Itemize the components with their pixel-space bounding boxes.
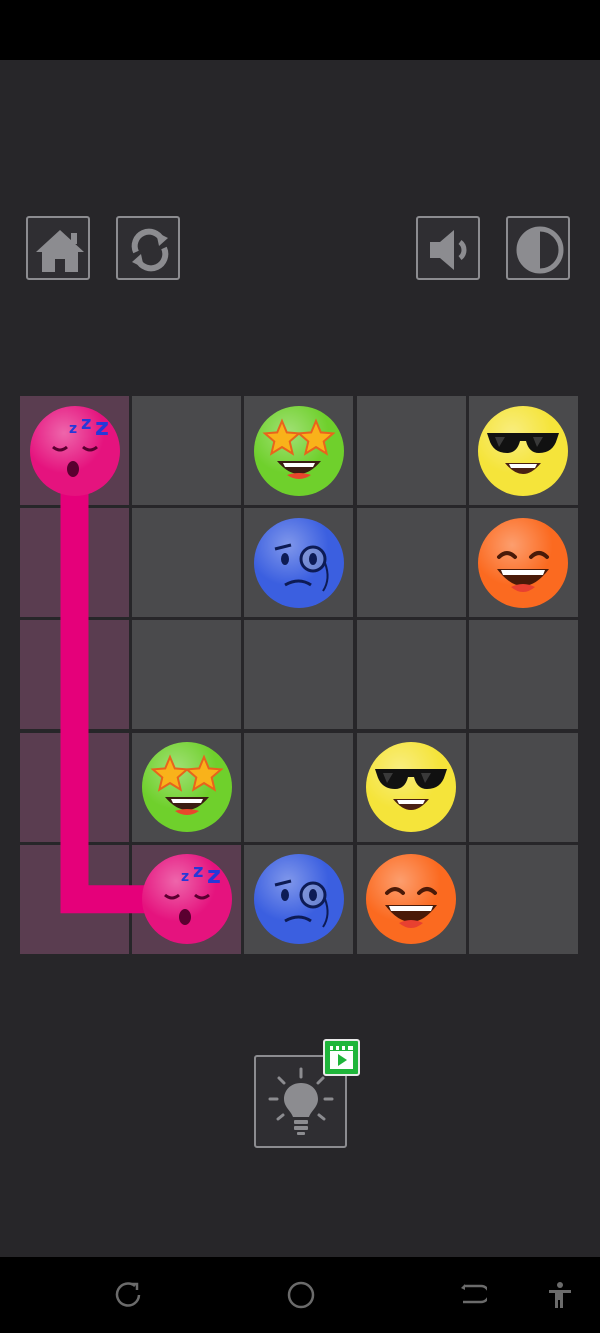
- contrast-icon: [516, 226, 564, 274]
- board-cell[interactable]: [356, 396, 466, 505]
- board-cell[interactable]: [468, 844, 578, 954]
- board-cell[interactable]: [244, 732, 354, 842]
- svg-text:z: z: [69, 421, 77, 437]
- board-cell[interactable]: [20, 732, 129, 842]
- board-cell[interactable]: [244, 620, 354, 730]
- star-eyes-emoji[interactable]: [253, 405, 345, 497]
- game-board: zzzzzz: [20, 396, 580, 954]
- sleepy-emoji[interactable]: zzz: [141, 853, 233, 945]
- svg-text:z: z: [81, 413, 91, 434]
- grin-emoji[interactable]: [365, 853, 457, 945]
- board-cell[interactable]: [468, 732, 578, 842]
- restart-button[interactable]: [116, 216, 180, 280]
- home-icon: [36, 230, 84, 272]
- accessibility-icon[interactable]: [545, 1280, 575, 1310]
- sound-icon: [430, 230, 467, 270]
- board-cell[interactable]: [20, 508, 129, 618]
- monocle-emoji[interactable]: [253, 517, 345, 609]
- board-cell[interactable]: [20, 844, 129, 954]
- board-cell[interactable]: [468, 620, 578, 730]
- back-icon[interactable]: [457, 1280, 487, 1310]
- svg-text:z: z: [95, 413, 109, 441]
- board-cell[interactable]: [20, 620, 129, 730]
- grin-emoji[interactable]: [477, 517, 569, 609]
- board-cell[interactable]: [132, 508, 242, 618]
- cool-emoji[interactable]: [477, 405, 569, 497]
- home-button[interactable]: [26, 216, 90, 280]
- svg-text:z: z: [193, 861, 203, 882]
- star-eyes-emoji[interactable]: [141, 741, 233, 833]
- theme-toggle-button[interactable]: [506, 216, 570, 280]
- circle-home-icon[interactable]: [286, 1280, 316, 1310]
- recent-apps-icon[interactable]: [113, 1280, 143, 1310]
- sleepy-emoji[interactable]: zzz: [29, 405, 121, 497]
- board-cell[interactable]: [356, 620, 466, 730]
- sound-button[interactable]: [416, 216, 480, 280]
- svg-text:z: z: [181, 869, 189, 885]
- video-ad-badge[interactable]: [323, 1039, 360, 1076]
- cool-emoji[interactable]: [365, 741, 457, 833]
- svg-text:z: z: [207, 861, 221, 889]
- status-bar: [0, 0, 600, 60]
- board-cell[interactable]: [132, 620, 242, 730]
- board-cell[interactable]: [132, 396, 242, 505]
- monocle-emoji[interactable]: [253, 853, 345, 945]
- board-cell[interactable]: [356, 508, 466, 618]
- restart-icon: [131, 228, 169, 272]
- video-play-icon: [330, 1046, 353, 1069]
